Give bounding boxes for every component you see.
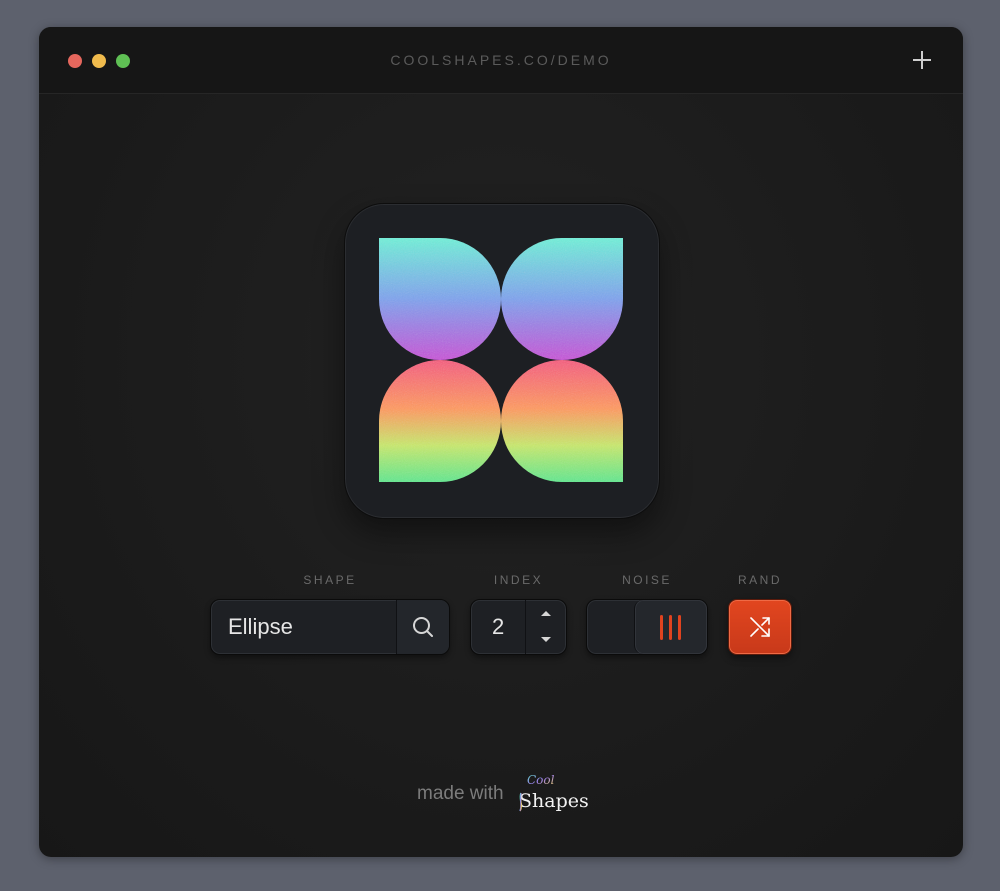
title-bar: COOLSHAPES.CO/DEMO: [39, 27, 963, 94]
grip-line-icon: [660, 615, 663, 640]
shape-preview: [344, 203, 660, 519]
index-decrement-button[interactable]: [526, 627, 566, 654]
rand-label: RAND: [737, 573, 782, 587]
noise-toggle-knob[interactable]: [634, 600, 707, 654]
shuffle-icon: [750, 617, 770, 637]
noise-label: NOISE: [622, 573, 672, 587]
index-label: INDEX: [493, 573, 544, 587]
footer: made with Cool Shapes: [417, 773, 617, 820]
shape-artwork: [379, 238, 623, 482]
logo-shapes-text: Shapes: [519, 790, 589, 812]
address-url[interactable]: COOLSHAPES.CO/DEMO: [39, 52, 963, 68]
chevron-up-icon: [541, 611, 551, 616]
browser-window: COOLSHAPES.CO/DEMO SHAPE INDEX NOISE RAN…: [39, 27, 963, 857]
shape-value: Ellipse: [228, 614, 293, 639]
shape-select[interactable]: Ellipse: [210, 599, 450, 655]
index-stepper-arrows: [525, 600, 566, 654]
randomize-button[interactable]: [728, 599, 792, 655]
plus-icon[interactable]: [911, 49, 933, 71]
index-increment-button[interactable]: [526, 600, 566, 627]
coolshapes-logo[interactable]: Cool Shapes: [517, 769, 589, 813]
index-stepper[interactable]: 2: [470, 599, 567, 655]
shape-label: SHAPE: [303, 573, 357, 587]
noise-toggle[interactable]: [586, 599, 708, 655]
index-value: 2: [492, 614, 505, 639]
search-icon: [413, 617, 433, 637]
grip-line-icon: [669, 615, 672, 640]
grip-line-icon: [678, 615, 681, 640]
chevron-down-icon: [541, 637, 551, 642]
shape-search-button[interactable]: [396, 600, 449, 654]
logo-cool-text: Cool: [527, 773, 555, 787]
made-with-text: made with: [417, 783, 504, 804]
